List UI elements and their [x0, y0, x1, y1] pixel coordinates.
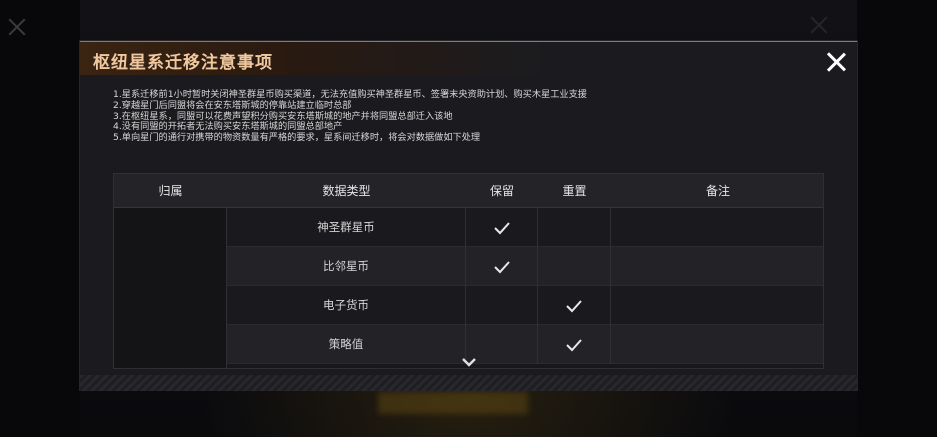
- owner-group-cell: [114, 208, 227, 368]
- note-cell: [611, 325, 823, 364]
- table-row: 电子货币: [227, 286, 823, 325]
- chevron-down-icon[interactable]: [460, 356, 478, 368]
- table-row: 比邻星币: [227, 247, 823, 286]
- background-close-icon: [6, 16, 28, 38]
- data-type-cell: 策略值: [227, 325, 466, 364]
- migration-notice-dialog: 枢纽星系迁移注意事项 1.星系迁移前1小时暂时关闭神圣群星币购买渠道，无法充值购…: [80, 41, 857, 391]
- check-icon: [493, 260, 510, 273]
- keep-cell: [466, 208, 538, 247]
- data-type-cell: 比邻星币: [227, 247, 466, 286]
- note-line: 5.单向星门的通行对携带的物资数量有严格的要求，星系间迁移时，将会对数据做如下处…: [113, 132, 481, 144]
- header-owner: 归属: [158, 184, 183, 198]
- note-cell: [611, 208, 823, 247]
- table-header: 归属 数据类型 保留 重置 备注: [114, 174, 823, 208]
- dialog-title: 枢纽星系迁移注意事项: [93, 53, 273, 73]
- table-row: 神圣群星币: [227, 208, 823, 247]
- data-type-cell: 神圣群星币: [227, 208, 466, 247]
- background-right-edge: [857, 0, 937, 437]
- background-glow: [378, 392, 528, 414]
- reset-cell: [538, 208, 611, 247]
- check-icon: [566, 299, 582, 312]
- reset-cell: [538, 247, 611, 286]
- note-cell: [611, 247, 823, 286]
- notes-list: 1.星系迁移前1小时暂时关闭神圣群星币购买渠道，无法充值购买神圣群星币、签署末央…: [113, 89, 833, 144]
- check-icon: [493, 221, 510, 234]
- table-row: 策略值: [227, 325, 823, 364]
- header-note: 备注: [705, 184, 730, 198]
- close-icon[interactable]: [824, 50, 848, 74]
- header-keep: 保留: [489, 184, 514, 198]
- reset-cell: [538, 286, 611, 325]
- keep-cell: [466, 286, 538, 325]
- dialog-bottom-strip: [80, 375, 857, 391]
- keep-cell: [466, 247, 538, 286]
- header-reset: 重置: [562, 184, 587, 198]
- note-line: 2.穿越星门后同盟将会在安东塔斯城的停靠站建立临时总部: [113, 99, 352, 111]
- background-left-edge: [0, 0, 80, 437]
- dialog-header: 枢纽星系迁移注意事项: [80, 42, 857, 75]
- data-handling-table[interactable]: 归属 数据类型 保留 重置 备注 神圣群星币 比邻星币 电子货币 策略值: [113, 173, 824, 369]
- data-type-cell: 电子货币: [227, 286, 466, 325]
- background-close-icon-right: [808, 14, 830, 36]
- header-data-type: 数据类型: [322, 184, 371, 198]
- check-icon: [566, 338, 582, 351]
- note-cell: [611, 286, 823, 325]
- reset-cell: [538, 325, 611, 364]
